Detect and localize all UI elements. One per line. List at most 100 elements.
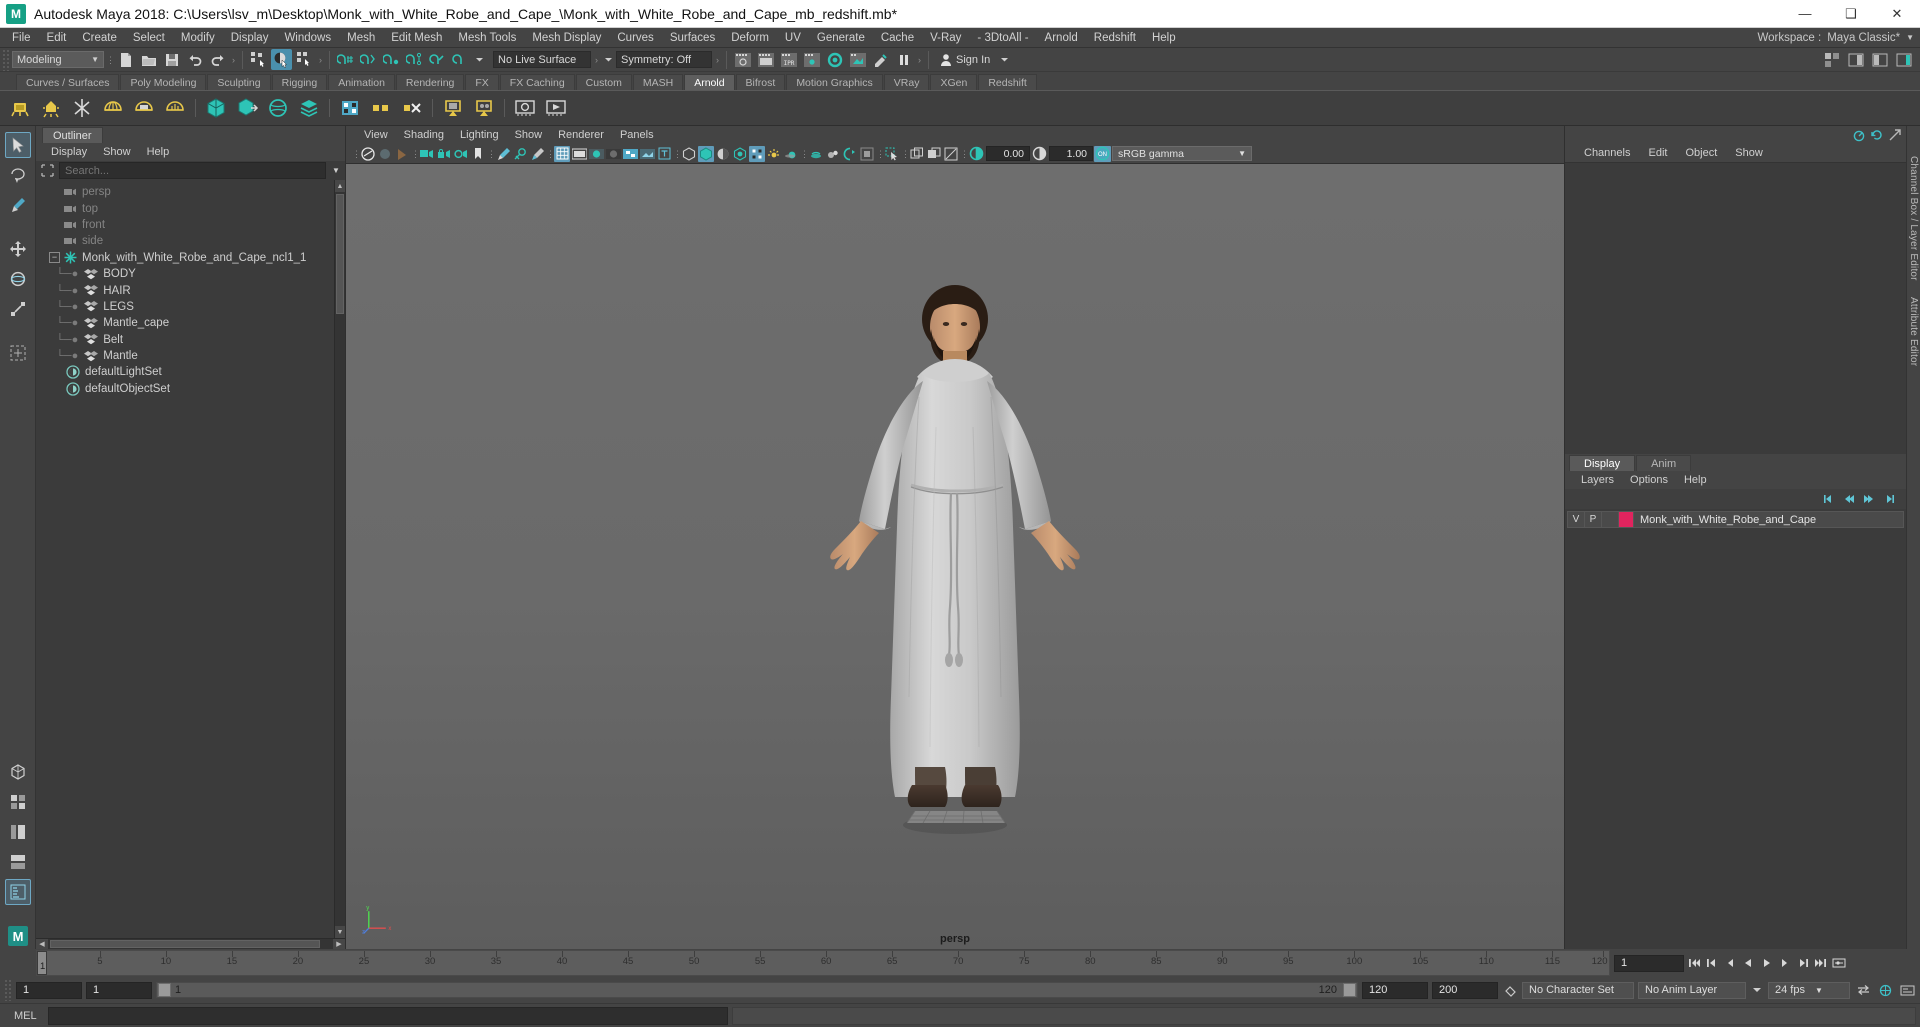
layer-tab-anim[interactable]: Anim [1636,455,1692,471]
scroll-left-arrow-icon[interactable]: ◀ [36,939,48,949]
select-tool-button[interactable] [4,132,31,158]
screen-space-ao-icon[interactable] [766,146,782,162]
anim-layer-selector[interactable]: No Anim Layer [1638,981,1746,999]
go-to-start-button[interactable] [1687,955,1702,971]
persp-graph-layout-button[interactable] [5,849,31,875]
animation-end-field[interactable]: 200 [1432,981,1498,999]
toggle-display-lights-button[interactable] [870,49,891,70]
render-sequence-button[interactable] [755,49,776,70]
shaded-wireframe-icon[interactable] [622,146,638,162]
grease-pencil-icon[interactable] [495,146,511,162]
channel-box-menu-edit[interactable]: Edit [1639,144,1676,162]
animation-preferences-button[interactable] [1831,955,1846,971]
outliner-menu-help[interactable]: Help [140,143,177,161]
fps-selector[interactable]: 24 fps ▼ [1768,981,1850,999]
chevron-down-icon[interactable]: ▼ [329,162,343,179]
channel-box-menu-channels[interactable]: Channels [1575,144,1639,162]
arnold-play-sequence-button[interactable] [542,94,570,122]
viewport-menu-panels[interactable]: Panels [612,126,662,144]
arnold-flat-shade-button[interactable] [336,94,364,122]
arnold-two-swatch-button[interactable] [367,94,395,122]
outliner-menu-show[interactable]: Show [96,143,138,161]
sign-in-button[interactable]: Sign In [934,51,996,69]
layer-color-swatch[interactable] [1619,512,1634,527]
single-perspective-layout-button[interactable] [5,759,31,785]
menu-mesh[interactable]: Mesh [339,28,383,48]
snap-to-projected-center-button[interactable] [404,49,425,70]
channel-box-expand-icon[interactable] [1887,128,1902,143]
viewport-menu-shading[interactable]: Shading [396,126,452,144]
toggle-modeling-toolkit-button[interactable] [1821,49,1842,70]
menu-arnold[interactable]: Arnold [1037,28,1086,48]
tear-off-panel-icon[interactable] [926,146,942,162]
shelf-tab-rigging[interactable]: Rigging [271,74,328,90]
viewport-menu-renderer[interactable]: Renderer [550,126,612,144]
menu-mesh-display[interactable]: Mesh Display [524,28,609,48]
outliner-layout-button[interactable] [4,879,31,905]
render-view-button[interactable] [847,49,868,70]
step-back-frame-button[interactable] [1723,955,1738,971]
snap-to-curve-button[interactable] [358,49,379,70]
menu-file[interactable]: File [4,28,39,48]
outliner-item-mantle-cape[interactable]: └─● Mantle_cape [42,315,334,331]
arnold-mesh-light-button[interactable] [130,94,158,122]
channel-box-refresh-icon[interactable] [1869,128,1884,143]
use-all-lights-icon[interactable] [698,145,714,162]
new-scene-button[interactable] [115,49,136,70]
xray-joints-icon[interactable] [512,146,528,162]
redo-button[interactable] [207,49,228,70]
select-by-hierarchy-button[interactable] [248,49,269,70]
scroll-up-arrow-icon[interactable]: ▲ [335,180,345,192]
menuset-selector[interactable]: Modeling ▼ [12,51,104,68]
outliner-tab[interactable]: Outliner [42,127,103,143]
step-forward-keyframe-button[interactable] [1795,955,1810,971]
flat-shade-icon[interactable] [605,146,621,162]
play-backwards-button[interactable] [1741,955,1756,971]
layer-move-last-icon[interactable] [1881,492,1896,507]
toggle-attribute-editor-button[interactable] [1845,49,1866,70]
layer-menu-layers[interactable]: Layers [1573,471,1622,489]
layer-move-up-icon[interactable] [1841,492,1856,507]
rotate-tool-button[interactable] [5,266,31,292]
depth-of-field-icon[interactable] [783,146,799,162]
select-objects-icon[interactable] [884,146,900,162]
arnold-export-standin-button[interactable] [233,94,261,122]
shelf-tab-curves-surfaces[interactable]: Curves / Surfaces [16,74,120,90]
outliner-item-mantle[interactable]: └─● Mantle [42,348,334,364]
scrollbar-thumb[interactable] [336,194,344,314]
menu-mesh-tools[interactable]: Mesh Tools [450,28,524,48]
exposure-field[interactable]: 0.00 [986,146,1030,161]
wireframe-shading-icon[interactable] [554,145,570,162]
channel-box-menu-show[interactable]: Show [1726,144,1772,162]
menu-generate[interactable]: Generate [809,28,873,48]
image-plane-icon[interactable] [419,146,435,162]
hypershade-button[interactable] [824,49,845,70]
arnold-standin-button[interactable] [202,94,230,122]
view-transform-icon[interactable] [859,146,875,162]
layer-tab-display[interactable]: Display [1569,455,1636,471]
select-camera-icon[interactable] [360,146,376,162]
menu-display[interactable]: Display [223,28,277,48]
arnold-volume-button[interactable] [264,94,292,122]
use-default-lighting-icon[interactable] [681,146,697,162]
menu-create[interactable]: Create [74,28,125,48]
arnold-directional-light-button[interactable] [68,94,96,122]
range-start-field[interactable]: 1 [86,981,152,999]
menu-select[interactable]: Select [125,28,173,48]
outliner-item-belt[interactable]: └─● Belt [42,332,334,348]
shelf-tab-arnold[interactable]: Arnold [684,74,735,90]
arnold-skydome-light-button[interactable] [99,94,127,122]
shelf-tab-fx-caching[interactable]: FX Caching [499,74,575,90]
toggle-text-icon[interactable] [656,146,672,162]
smooth-shade-all-icon[interactable] [571,146,587,162]
layer-playback-toggle[interactable]: P [1585,512,1602,527]
shadows-icon[interactable] [715,146,731,162]
outliner-item-side[interactable]: side [42,233,334,249]
open-scene-button[interactable] [138,49,159,70]
scroll-down-arrow-icon[interactable]: ▼ [335,926,345,938]
outliner-menu-display[interactable]: Display [44,143,94,161]
arnold-photometric-light-button[interactable] [161,94,189,122]
symmetry-field[interactable]: Symmetry: Off [616,51,712,68]
multi-panel-icon[interactable] [909,146,925,162]
shelf-tab-bifrost[interactable]: Bifrost [735,74,786,90]
